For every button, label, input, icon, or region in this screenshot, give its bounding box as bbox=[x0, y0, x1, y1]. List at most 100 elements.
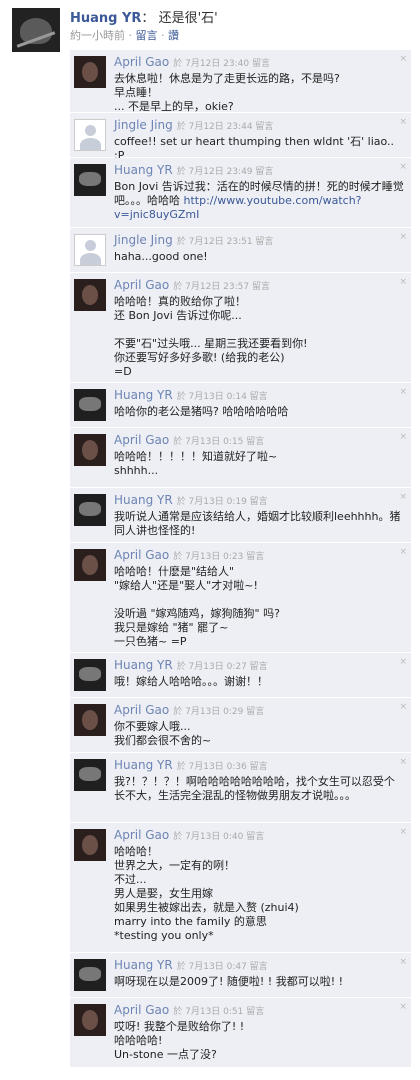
comment-timestamp: 於 7月12日 23:57 留言 bbox=[173, 282, 270, 292]
commenter-name[interactable]: April Gao bbox=[114, 278, 169, 292]
commenter-name[interactable]: Jingle Jing bbox=[114, 233, 173, 247]
comment-link[interactable]: http://www.youtube.com/watch?v=jnic8uyGZ… bbox=[114, 194, 362, 221]
commenter-name[interactable]: Huang YR bbox=[114, 758, 173, 772]
commenter-avatar[interactable] bbox=[74, 829, 106, 861]
comment-item: April Gao 於 7月13日 0:23 留言哈哈哈！什麽是"结给人" "嫁给… bbox=[70, 543, 411, 653]
comment-thread: April Gao 於 7月12日 23:40 留言 去休息啦！休息是为了走更长远的… bbox=[70, 50, 411, 1068]
commenter-name[interactable]: April Gao bbox=[114, 703, 169, 717]
post-author-link[interactable]: Huang YR bbox=[70, 11, 141, 26]
comment-text: 哈哈哈！什麽是"结给人" "嫁给人"还是"娶人"才对啦~! 没听過 "嫁鸡随鸡，… bbox=[114, 565, 280, 648]
comment-item: Huang YR 於 7月12日 23:49 留言 Bon Jovi 告诉过我：活在… bbox=[70, 158, 411, 228]
commenter-avatar[interactable] bbox=[74, 494, 106, 526]
commenter-avatar[interactable] bbox=[74, 56, 106, 88]
comment-text: 啊呀现在以是2009了! 随便啦! ! 我都可以啦! ! bbox=[114, 975, 344, 988]
comment-text: 你不要嫁人哦... 我们都会很不舍的~ bbox=[114, 720, 212, 747]
commenter-name[interactable]: Huang YR bbox=[114, 958, 173, 972]
comment-header: Huang YR 於 7月12日 23:49 留言 bbox=[114, 163, 273, 177]
comment-timestamp: 於 7月13日 0:27 留言 bbox=[176, 662, 268, 672]
comment-header: Jingle Jing 於 7月12日 23:51 留言 bbox=[114, 233, 273, 247]
delete-comment-icon[interactable]: × bbox=[399, 827, 407, 837]
comment-text: 哈哈哈！ 世界之大，一定有的咧！ 不过... 男人是娶，女生用嫁 如果男生被嫁出… bbox=[114, 845, 299, 942]
comment-timestamp: 於 7月13日 0:14 留言 bbox=[176, 392, 268, 402]
comment-item: Jingle Jing 於 7月12日 23:44 留言 coffee!! set … bbox=[70, 113, 411, 162]
post-meta: 約一小時前 · 留言 · 讚 bbox=[70, 29, 179, 42]
comment-text: 哈哈哈！真的败给你了啦！ 还 Bon Jovi 告诉过你呢... 不要"石"过头… bbox=[114, 295, 308, 378]
commenter-avatar[interactable] bbox=[74, 759, 106, 791]
comment-timestamp: 於 7月13日 0:29 留言 bbox=[173, 707, 265, 717]
like-link[interactable]: 讚 bbox=[168, 29, 179, 42]
commenter-name[interactable]: April Gao bbox=[114, 55, 169, 69]
comment-header: April Gao 於 7月13日 0:51 留言 bbox=[114, 1003, 264, 1017]
comment-header: April Gao 於 7月13日 0:15 留言 bbox=[114, 433, 264, 447]
commenter-avatar[interactable] bbox=[74, 1004, 106, 1036]
delete-comment-icon[interactable]: × bbox=[399, 1002, 407, 1012]
post-status-text: 还是很'石' bbox=[158, 11, 218, 26]
comment-item: April Gao 於 7月13日 0:29 留言你不要嫁人哦... 我们都会很不… bbox=[70, 698, 411, 753]
comment-header: Huang YR 於 7月13日 0:47 留言 bbox=[114, 958, 268, 972]
commenter-name[interactable]: Huang YR bbox=[114, 493, 173, 507]
comment-item: Huang YR 於 7月13日 0:27 留言 哦！嫁给人哈哈哈。。。谢谢！！ × bbox=[70, 653, 411, 698]
delete-comment-icon[interactable]: × bbox=[399, 547, 407, 557]
comment-item: Jingle Jing 於 7月12日 23:51 留言 haha...good o… bbox=[70, 228, 411, 273]
comment-item: Huang YR 於 7月13日 0:36 留言 我?！？！？！啊哈哈哈哈哈哈哈哈，… bbox=[70, 753, 411, 823]
commenter-avatar[interactable] bbox=[74, 434, 106, 466]
comment-text: Bon Jovi 告诉过我：活在的时候尽情的拼！死的时候才睡觉吧。。。哈哈哈 h… bbox=[114, 180, 404, 221]
comment-timestamp: 於 7月13日 0:40 留言 bbox=[173, 832, 265, 842]
commenter-avatar[interactable] bbox=[74, 549, 106, 581]
commenter-avatar[interactable] bbox=[74, 164, 106, 196]
post-separator: ： bbox=[141, 11, 155, 26]
commenter-name[interactable]: April Gao bbox=[114, 828, 169, 842]
commenter-avatar[interactable] bbox=[74, 119, 106, 151]
commenter-name[interactable]: Huang YR bbox=[114, 388, 173, 402]
comment-timestamp: 於 7月13日 0:36 留言 bbox=[176, 762, 268, 772]
commenter-name[interactable]: April Gao bbox=[114, 433, 169, 447]
delete-comment-icon[interactable]: × bbox=[399, 702, 407, 712]
delete-comment-icon[interactable]: × bbox=[399, 432, 407, 442]
delete-comment-icon[interactable]: × bbox=[399, 277, 407, 287]
commenter-name[interactable]: Huang YR bbox=[114, 658, 173, 672]
commenter-name[interactable]: April Gao bbox=[114, 548, 169, 562]
commenter-name[interactable]: Jingle Jing bbox=[114, 118, 173, 132]
comment-text: 去休息啦！休息是为了走更长远的路，不是吗? 早点睡！ ... 不是早上的早，ok… bbox=[114, 72, 340, 113]
commenter-avatar[interactable] bbox=[74, 704, 106, 736]
comment-timestamp: 於 7月12日 23:49 留言 bbox=[176, 167, 274, 177]
delete-comment-icon[interactable]: × bbox=[399, 657, 407, 667]
delete-comment-icon[interactable]: × bbox=[399, 54, 407, 64]
comment-text: haha...good one! bbox=[114, 250, 208, 263]
comment-link[interactable]: 留言 bbox=[136, 29, 158, 42]
comment-item: April Gao 於 7月12日 23:40 留言 去休息啦！休息是为了走更长远的… bbox=[70, 50, 411, 113]
delete-comment-icon[interactable]: × bbox=[399, 757, 407, 767]
comment-header: April Gao 於 7月12日 23:57 留言 bbox=[114, 278, 270, 292]
comment-timestamp: 於 7月13日 0:47 留言 bbox=[176, 962, 268, 972]
comment-text: 哈哈哈！！！！！知道就好了啦~ shhhh... bbox=[114, 450, 278, 477]
comment-header: April Gao 於 7月13日 0:29 留言 bbox=[114, 703, 264, 717]
commenter-avatar[interactable] bbox=[74, 389, 106, 421]
commenter-avatar[interactable] bbox=[74, 279, 106, 311]
comment-item: April Gao 於 7月12日 23:57 留言哈哈哈！真的败给你了啦！ 还 … bbox=[70, 273, 411, 383]
comment-item: April Gao 於 7月13日 0:15 留言哈哈哈！！！！！知道就好了啦~ … bbox=[70, 428, 411, 488]
comment-timestamp: 於 7月13日 0:19 留言 bbox=[176, 497, 268, 507]
commenter-name[interactable]: April Gao bbox=[114, 1003, 169, 1017]
delete-comment-icon[interactable]: × bbox=[399, 957, 407, 967]
author-avatar[interactable] bbox=[12, 8, 60, 52]
comment-item: April Gao 於 7月13日 0:51 留言 哎呀! 我整个是败给你了! ! … bbox=[70, 998, 411, 1068]
comment-timestamp: 於 7月13日 0:15 留言 bbox=[173, 437, 265, 447]
comment-header: Huang YR 於 7月13日 0:36 留言 bbox=[114, 758, 268, 772]
comment-header: April Gao 於 7月13日 0:23 留言 bbox=[114, 548, 264, 562]
commenter-avatar[interactable] bbox=[74, 234, 106, 266]
delete-comment-icon[interactable]: × bbox=[399, 232, 407, 242]
delete-comment-icon[interactable]: × bbox=[399, 387, 407, 397]
comment-header: Huang YR 於 7月13日 0:19 留言 bbox=[114, 493, 268, 507]
comment-text: 哦！嫁给人哈哈哈。。。谢谢！！ bbox=[114, 675, 268, 688]
comment-timestamp: 於 7月12日 23:51 留言 bbox=[176, 237, 274, 247]
commenter-name[interactable]: Huang YR bbox=[114, 163, 173, 177]
comment-header: Huang YR 於 7月13日 0:27 留言 bbox=[114, 658, 268, 672]
commenter-avatar[interactable] bbox=[74, 659, 106, 691]
delete-comment-icon[interactable]: × bbox=[399, 117, 407, 127]
commenter-avatar[interactable] bbox=[74, 959, 106, 991]
delete-comment-icon[interactable]: × bbox=[399, 492, 407, 502]
comment-item: Huang YR 於 7月13日 0:14 留言哈哈你的老公是猪吗? 哈哈哈哈哈哈… bbox=[70, 383, 411, 428]
comment-item: Huang YR 於 7月13日 0:19 留言 我听说人通常是应该结给人，婚姻才比… bbox=[70, 488, 411, 543]
comment-text: 哈哈你的老公是猪吗? 哈哈哈哈哈哈 bbox=[114, 405, 289, 418]
delete-comment-icon[interactable]: × bbox=[399, 162, 407, 172]
